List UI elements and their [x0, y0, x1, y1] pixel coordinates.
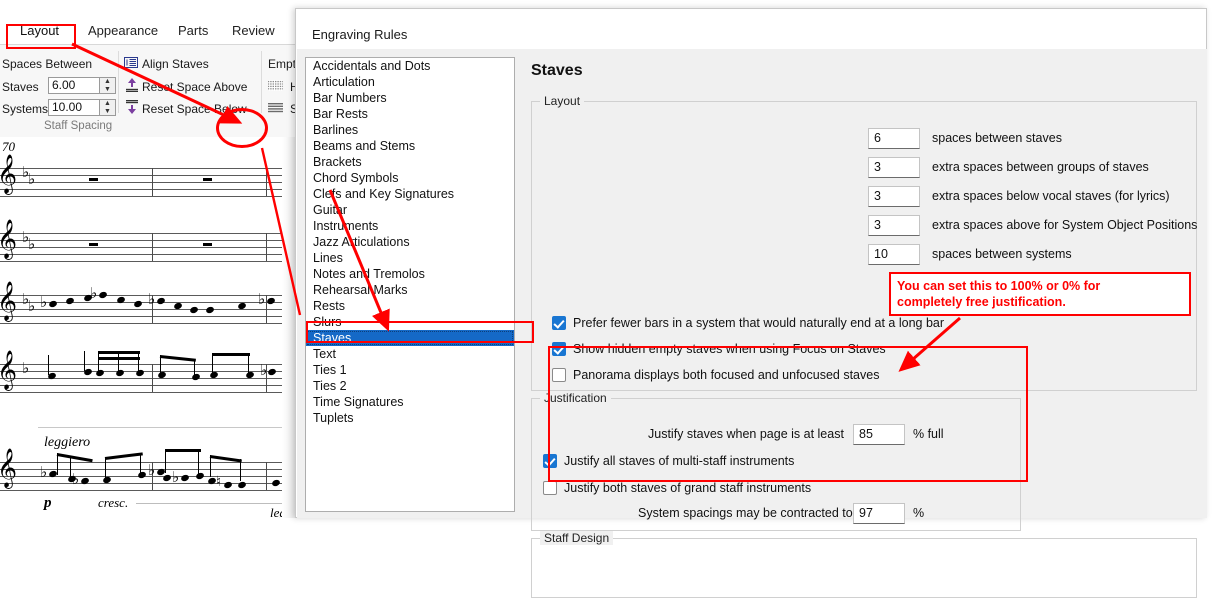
treble-clef-icon: 𝄞	[0, 281, 18, 321]
category-item-bar-numbers[interactable]: Bar Numbers	[306, 90, 514, 106]
page-title: Staves	[531, 62, 583, 79]
bar-number: 70	[2, 139, 15, 154]
category-item-beams-and-stems[interactable]: Beams and Stems	[306, 138, 514, 154]
expression-leggiero: leggiero	[44, 435, 91, 450]
staves-value: 6.00	[52, 78, 76, 92]
extra-spaces-groups-label: extra spaces between groups of staves	[932, 160, 1149, 174]
staff-spacing-group-label: Staff Spacing	[44, 120, 113, 132]
category-item-guitar[interactable]: Guitar	[306, 202, 514, 218]
extra-spaces-vocal-label: extra spaces below vocal staves (for lyr…	[932, 189, 1170, 203]
staves-item-highlight	[306, 321, 534, 343]
show-empty-staves-icon	[268, 102, 284, 113]
spaces-between-systems-label: spaces between systems	[932, 247, 1072, 261]
staves-spinner[interactable]: 6.00 ▲ ▼	[48, 77, 116, 94]
prefer-fewer-bars-label: Prefer fewer bars in a system that would…	[573, 316, 945, 330]
layout-group-legend: Layout	[540, 94, 585, 108]
annotation-note-line1: You can set this to 100% or 0% for	[897, 279, 1101, 293]
align-staves-icon	[124, 57, 138, 68]
systems-value: 10.00	[52, 100, 83, 114]
category-item-instruments[interactable]: Instruments	[306, 218, 514, 234]
category-item-chord-symbols[interactable]: Chord Symbols	[306, 170, 514, 186]
justify-grand-staff-checkbox[interactable]	[543, 481, 557, 495]
justification-section-highlight	[548, 346, 1028, 482]
annotation-note: You can set this to 100% or 0% for compl…	[889, 272, 1191, 316]
tab-review[interactable]: Review	[222, 18, 285, 44]
treble-clef-icon: 𝄞	[0, 154, 18, 194]
category-item-barlines[interactable]: Barlines	[306, 122, 514, 138]
systems-label: Systems	[2, 102, 49, 116]
tab-parts[interactable]: Parts	[168, 18, 218, 44]
category-item-jazz-articulations[interactable]: Jazz Articulations	[306, 234, 514, 250]
category-item-rehearsal-marks[interactable]: Rehearsal Marks	[306, 282, 514, 298]
treble-clef-icon: 𝄞	[0, 448, 18, 488]
category-item-text[interactable]: Text	[306, 346, 514, 362]
staff-design-groupbox: Staff Design	[531, 531, 1197, 598]
align-staves-button[interactable]: Align Staves	[142, 57, 209, 71]
category-item-notes-and-tremolos[interactable]: Notes and Tremolos	[306, 266, 514, 282]
category-item-ties-2[interactable]: Ties 2	[306, 378, 514, 394]
systems-spin-up-icon[interactable]: ▲	[100, 100, 115, 107]
dynamic-piano: p	[44, 495, 52, 511]
category-item-rests[interactable]: Rests	[306, 298, 514, 314]
staves-spin-up-icon[interactable]: ▲	[100, 78, 115, 85]
category-item-time-signatures[interactable]: Time Signatures	[306, 394, 514, 410]
spaces-between-header: Spaces Between	[2, 57, 93, 71]
prefer-fewer-bars-checkbox[interactable]	[552, 316, 566, 330]
layout-tab-highlight	[6, 24, 76, 49]
extra-spaces-vocal-input[interactable]: 3	[868, 186, 920, 207]
score-canvas[interactable]: 70 𝄞 ♭ ♭ 𝄞 ♭ ♭ 𝄞 ♭ ♭ ♭ ♭ ♭ ♭ 𝄞 ♭ ♭ leggi…	[0, 137, 300, 518]
staves-label: Staves	[2, 80, 39, 94]
spaces-between-systems-input[interactable]: 10	[868, 244, 920, 265]
staff-design-group-legend: Staff Design	[540, 531, 614, 545]
extra-spaces-groups-input[interactable]: 3	[868, 157, 920, 178]
treble-clef-icon: 𝄞	[0, 350, 18, 390]
hide-empty-staves-icon	[268, 80, 284, 91]
tab-appearance[interactable]: Appearance	[78, 18, 168, 44]
system-spacings-input[interactable]: 97	[853, 503, 905, 524]
reset-space-above-button[interactable]: Reset Space Above	[142, 80, 247, 94]
category-item-accidentals-and-dots[interactable]: Accidentals and Dots	[306, 58, 514, 74]
category-item-clefs-and-key-signatures[interactable]: Clefs and Key Signatures	[306, 186, 514, 202]
systems-spin-down-icon[interactable]: ▼	[100, 108, 115, 115]
category-item-lines[interactable]: Lines	[306, 250, 514, 266]
justify-grand-staff-label: Justify both staves of grand staff instr…	[564, 481, 812, 495]
annotation-note-line2: completely free justification.	[897, 295, 1066, 309]
empty-staves-header: Empt	[268, 57, 297, 71]
arrow-up-icon	[126, 78, 138, 93]
ribbon-separator-2	[261, 51, 262, 113]
launcher-highlight-circle	[216, 108, 268, 148]
arrow-down-icon	[126, 99, 138, 114]
category-item-bar-rests[interactable]: Bar Rests	[306, 106, 514, 122]
category-list[interactable]: Accidentals and Dots Articulation Bar Numb…	[305, 57, 515, 512]
treble-clef-icon: 𝄞	[0, 219, 18, 259]
spaces-between-staves-input[interactable]: 6	[868, 128, 920, 149]
category-item-ties-1[interactable]: Ties 1	[306, 362, 514, 378]
staves-spin-down-icon[interactable]: ▼	[100, 86, 115, 93]
ribbon-separator-1	[118, 51, 119, 113]
dialog-title: Engraving Rules	[312, 27, 408, 42]
spaces-between-staves-label: spaces between staves	[932, 131, 1062, 145]
staves-spinner-buttons[interactable]: ▲ ▼	[99, 78, 115, 93]
extra-spaces-system-object-label: extra spaces above for System Object Pos…	[932, 218, 1198, 232]
systems-spinner-buttons[interactable]: ▲ ▼	[99, 100, 115, 115]
system-spacings-label: System spacings may be contracted to	[638, 506, 853, 520]
extra-spaces-system-object-input[interactable]: 3	[868, 215, 920, 236]
systems-spinner[interactable]: 10.00 ▲ ▼	[48, 99, 116, 116]
category-item-articulation[interactable]: Articulation	[306, 74, 514, 90]
category-item-brackets[interactable]: Brackets	[306, 154, 514, 170]
system-spacings-suffix: %	[913, 506, 925, 520]
expression-cresc: cresc.	[98, 495, 129, 510]
category-item-tuplets[interactable]: Tuplets	[306, 410, 514, 426]
